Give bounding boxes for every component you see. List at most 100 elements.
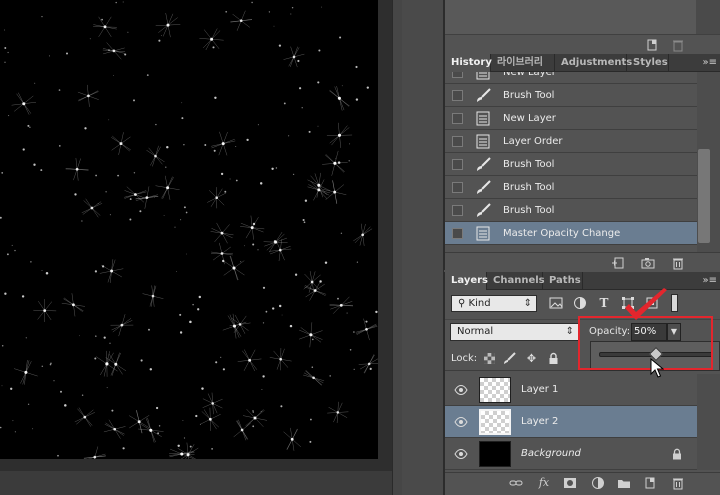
- canvas-pasteboard-bottom: [0, 459, 392, 471]
- mouse-cursor-icon: [650, 358, 664, 378]
- history-panel: History 라이브러리 Adjustments Styles »≡ New …: [444, 54, 720, 272]
- checkmark-annotation-icon: [625, 288, 667, 320]
- tab-paths[interactable]: Paths: [543, 272, 583, 290]
- history-state-label: New Layer: [503, 72, 556, 78]
- folder-icon[interactable]: [617, 476, 631, 490]
- blend-mode-value: Normal: [457, 326, 494, 337]
- snapshot-source-checkbox[interactable]: [452, 228, 463, 239]
- new-document-from-state-icon[interactable]: [611, 256, 625, 270]
- history-scroll-thumb[interactable]: [698, 149, 710, 243]
- fx-icon[interactable]: fx: [537, 476, 551, 490]
- layer-thumbnail[interactable]: [479, 377, 511, 403]
- layers-tabstrip: Layers Channels Paths »≡: [445, 272, 720, 290]
- adjustment-icon[interactable]: [591, 476, 605, 490]
- chevron-updown-icon: ⇕: [523, 298, 532, 309]
- lock-label: Lock:: [451, 353, 478, 364]
- history-state-row[interactable]: New Layer: [445, 72, 697, 84]
- document-canvas[interactable]: [0, 0, 378, 459]
- snapshot-source-checkbox[interactable]: [452, 182, 463, 193]
- tab-channels[interactable]: Channels: [487, 272, 545, 290]
- trash-icon[interactable]: [671, 38, 685, 52]
- eye-visibility-icon[interactable]: [454, 384, 468, 396]
- lock-all-icon[interactable]: [547, 352, 560, 365]
- layer-row[interactable]: Layer 1: [445, 374, 697, 406]
- brush-icon: [475, 180, 491, 195]
- document-icon: [475, 134, 491, 149]
- history-state-row[interactable]: Master Opacity Change: [445, 222, 697, 245]
- document-icon: [475, 226, 491, 241]
- layer-row[interactable]: Layer 2: [445, 406, 697, 438]
- canvas-scrollbar[interactable]: [392, 0, 402, 495]
- history-state-label: Brush Tool: [503, 159, 555, 170]
- history-state-row[interactable]: Brush Tool: [445, 84, 697, 107]
- tab-history[interactable]: History: [445, 54, 492, 72]
- new-layer-icon[interactable]: [643, 476, 657, 490]
- history-state-label: Brush Tool: [503, 182, 555, 193]
- layers-panel: Layers Channels Paths »≡ ⚲ Kind ⇕ T Norm…: [444, 272, 720, 495]
- history-state-label: Layer Order: [503, 136, 563, 147]
- dock-gutter: [402, 0, 444, 495]
- snapshot-source-checkbox[interactable]: [452, 72, 463, 78]
- history-state-label: Brush Tool: [503, 90, 555, 101]
- trash-icon[interactable]: [671, 256, 685, 270]
- blend-mode-select[interactable]: Normal ⇕: [450, 323, 579, 341]
- lock-image-pixels-icon[interactable]: [503, 352, 516, 365]
- layer-name[interactable]: Layer 1: [521, 374, 558, 406]
- layer-list: Layer 1 Layer 2 Background: [445, 374, 697, 470]
- adjustment-filter-icon[interactable]: [573, 296, 587, 310]
- top-panel-footer: [445, 34, 720, 54]
- panel-menu-icon[interactable]: »≡: [703, 272, 718, 290]
- brush-icon: [475, 157, 491, 172]
- tab-layers[interactable]: Layers: [445, 272, 488, 290]
- top-panel: [444, 0, 720, 54]
- type-filter-icon[interactable]: T: [597, 296, 611, 310]
- eye-visibility-icon[interactable]: [454, 448, 468, 460]
- mask-icon[interactable]: [563, 476, 577, 490]
- history-list: New Layer Brush Tool New Layer Layer Order B…: [445, 72, 697, 261]
- lock-transparent-pixels-icon[interactable]: [483, 352, 496, 365]
- layer-thumbnail[interactable]: [479, 441, 511, 467]
- snapshot-source-checkbox[interactable]: [452, 205, 463, 216]
- layer-thumbnail[interactable]: [479, 409, 511, 435]
- new-item-icon[interactable]: [645, 38, 659, 52]
- lock-icon: [671, 448, 683, 460]
- history-state-label: Brush Tool: [503, 205, 555, 216]
- panel-menu-icon[interactable]: »≡: [703, 54, 718, 72]
- layer-name[interactable]: Background: [521, 438, 581, 470]
- history-state-row[interactable]: Brush Tool: [445, 176, 697, 199]
- layer-name[interactable]: Layer 2: [521, 406, 558, 438]
- filter-toggle-switch[interactable]: [671, 294, 678, 312]
- lock-position-icon[interactable]: ✥: [525, 352, 538, 365]
- layer-kind-filter-select[interactable]: ⚲ Kind ⇕: [451, 295, 537, 312]
- chevron-updown-icon: ⇕: [565, 326, 574, 337]
- layers-footer: fx: [445, 472, 720, 495]
- brush-icon: [475, 203, 491, 218]
- snapshot-source-checkbox[interactable]: [452, 113, 463, 124]
- layer-filter-row: ⚲ Kind ⇕ T: [445, 291, 720, 317]
- search-icon: ⚲: [458, 298, 466, 309]
- snapshot-source-checkbox[interactable]: [452, 90, 463, 101]
- tab-adjustments[interactable]: Adjustments: [555, 54, 632, 72]
- layers-scrollbar[interactable]: [697, 374, 720, 470]
- history-state-row[interactable]: Layer Order: [445, 130, 697, 153]
- document-icon: [475, 72, 491, 80]
- top-panel-scrollbar[interactable]: [696, 0, 720, 34]
- link-icon[interactable]: [509, 476, 523, 490]
- eye-visibility-icon[interactable]: [454, 416, 468, 428]
- image-filter-icon[interactable]: [549, 296, 563, 310]
- camera-snapshot-icon[interactable]: [641, 256, 655, 270]
- trash-icon[interactable]: [671, 476, 685, 490]
- kind-label: Kind: [468, 298, 491, 309]
- document-area: [0, 0, 402, 495]
- layer-row[interactable]: Background: [445, 438, 697, 470]
- snapshot-source-checkbox[interactable]: [452, 159, 463, 170]
- snapshot-source-checkbox[interactable]: [452, 136, 463, 147]
- history-state-row[interactable]: Brush Tool: [445, 153, 697, 176]
- tab-styles[interactable]: Styles: [627, 54, 669, 72]
- document-icon: [475, 111, 491, 126]
- history-tabstrip: History 라이브러리 Adjustments Styles »≡: [445, 54, 720, 72]
- tab-library[interactable]: 라이브러리: [491, 54, 555, 72]
- history-state-row[interactable]: Brush Tool: [445, 199, 697, 222]
- history-state-row[interactable]: New Layer: [445, 107, 697, 130]
- starfield-image: [0, 1, 378, 459]
